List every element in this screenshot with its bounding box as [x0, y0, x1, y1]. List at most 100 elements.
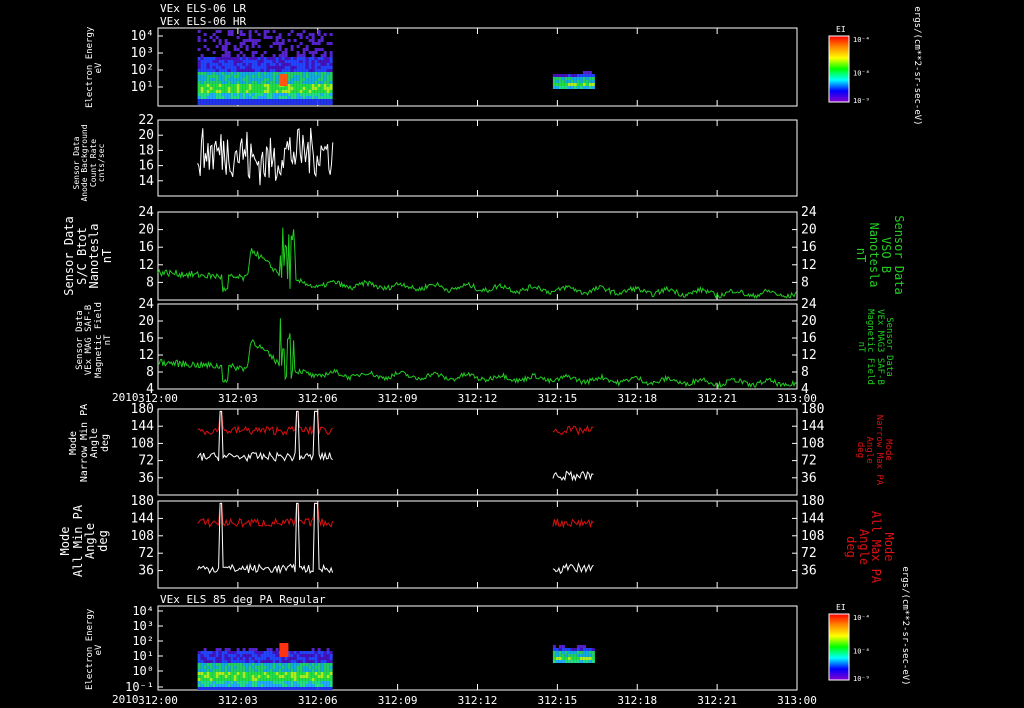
spectro-bottom-main-cell — [245, 657, 249, 660]
spectro-top-main-cell — [233, 84, 237, 87]
spectro-top-main-cell — [236, 48, 240, 51]
spectro-top-main-cell — [218, 96, 222, 99]
x-tick-label-0-4: 312:12 — [458, 392, 498, 405]
spectro-bottom-main-cell — [287, 672, 291, 675]
spectro-top-main-cell — [227, 99, 231, 102]
spectro-bottom-main-cell — [284, 657, 288, 660]
y-tick-label-3-1: 20 — [138, 314, 154, 329]
spectro-top-main-cell — [290, 75, 294, 78]
spectro-bottom-main-cell — [302, 654, 306, 657]
spectro-bottom-main-cell — [308, 657, 312, 660]
spectro-top-main-cell — [287, 81, 291, 84]
spectro-bottom-main-cell — [266, 666, 270, 669]
y-tick-label-right-2-4: 8 — [801, 275, 809, 290]
spectro-bottom-main-cell — [218, 684, 222, 687]
spectro-bottom-main-cell — [305, 657, 309, 660]
spectro-bottom-main-cell — [299, 663, 303, 666]
spectro-bottom-main-cell — [200, 672, 204, 675]
spectro-bottom-main-cell — [317, 660, 321, 663]
spectro-top-second-cell — [564, 77, 568, 80]
spectro-top-main-cell — [242, 33, 246, 36]
spectro-top-main-cell — [206, 90, 210, 93]
spectro-top-second-cell — [576, 74, 580, 77]
spectro-top-main-cell — [230, 66, 234, 69]
spectro-top-main-cell — [284, 63, 288, 66]
spectro-bottom-main-cell — [257, 675, 261, 678]
spectro-bottom-main-cell — [302, 651, 306, 654]
spectro-bottom-main-cell — [326, 672, 330, 675]
spectro-top-main-cell — [218, 42, 222, 45]
spectro-top-main-cell — [278, 66, 282, 69]
spectro-bottom-main-cell — [302, 681, 306, 684]
spectro-top-main-cell — [239, 75, 243, 78]
spectro-bottom-second-cell — [579, 648, 583, 651]
spectro-top-main-cell — [293, 78, 297, 81]
spectro-top-main-cell — [305, 87, 309, 90]
spectro-top-main-cell — [314, 102, 318, 105]
spectro-top-main-cell — [290, 45, 294, 48]
spectro-bottom-second-cell — [561, 648, 565, 651]
spectro-top-main-cell — [314, 81, 318, 84]
spectro-bottom-main-cell — [212, 666, 216, 669]
spectro-top-main-cell — [296, 57, 300, 60]
spectro-top-main-cell — [227, 63, 231, 66]
spectro-bottom-main-cell — [314, 678, 318, 681]
spectro-bottom-main-cell — [209, 654, 213, 657]
spectro-top-main-cell — [284, 51, 288, 54]
spectro-top-main-cell — [287, 33, 291, 36]
spectro-top-main-cell — [236, 84, 240, 87]
spectro-bottom-main-cell — [272, 675, 276, 678]
spectro-top-main-cell — [320, 75, 324, 78]
spectro-bottom-main-cell — [323, 666, 327, 669]
spectro-top-main-cell — [248, 93, 252, 96]
spectro-bottom-main-cell — [326, 669, 330, 672]
spectro-top-main-cell — [218, 102, 222, 105]
spectro-top-main-cell — [254, 72, 258, 75]
spectro-bottom-main-cell — [272, 669, 276, 672]
spectro-top-main-cell — [203, 93, 207, 96]
spectro-top-main-cell — [254, 66, 258, 69]
spectro-bottom-main-cell — [221, 684, 225, 687]
spectro-top-main-cell — [302, 96, 306, 99]
spectro-top-main-cell — [269, 63, 273, 66]
spectro-bottom-main-cell — [320, 669, 324, 672]
spectro-top-main-cell — [251, 102, 255, 105]
spectro-top-main-cell — [221, 81, 225, 84]
spectro-bottom-main-cell — [221, 654, 225, 657]
spectro-top-main-cell — [212, 90, 216, 93]
spectro-top-main-cell — [263, 57, 267, 60]
spectro-bottom-main-cell — [299, 672, 303, 675]
spectro-bottom-main-cell — [242, 669, 246, 672]
spectro-top-main-cell — [287, 63, 291, 66]
spectro-top-main-cell — [224, 99, 228, 102]
spectro-top-main-cell — [218, 30, 222, 33]
spectro-top-main-cell — [197, 48, 201, 51]
spectro-bottom-main-cell — [224, 648, 228, 651]
spectro-bottom-second-cell — [585, 660, 589, 663]
spectro-top-second-cell — [564, 83, 568, 86]
spectro-top-main-cell — [227, 51, 231, 54]
spectro-top-main-cell — [323, 93, 327, 96]
spectro-top-main-cell — [317, 96, 321, 99]
spectro-top-main-cell — [296, 54, 300, 57]
spectro-top-main-cell — [299, 102, 303, 105]
spectro-top-main-cell — [263, 36, 267, 39]
spectro-bottom-main-cell — [236, 687, 240, 690]
panel-frame-1 — [157, 119, 798, 197]
pa-series-line-4-1-0 — [197, 410, 333, 463]
spectro-top-main-cell — [206, 87, 210, 90]
spectro-bottom-main-cell — [260, 651, 264, 654]
spectro-bottom-main-cell — [233, 687, 237, 690]
spectro-bottom-second-cell — [564, 660, 568, 663]
spectro-top-main-cell — [299, 33, 303, 36]
spectro-top-main-cell — [326, 69, 330, 72]
spectro-top-main-cell — [317, 66, 321, 69]
spectro-top-main-cell — [239, 66, 243, 69]
spectro-bottom-main-cell — [311, 675, 315, 678]
spectro-top-main-cell — [266, 90, 270, 93]
spectro-bottom-main-cell — [215, 648, 219, 651]
spectro-top-main-cell — [329, 78, 333, 81]
spectro-top-main-cell — [314, 78, 318, 81]
spectro-top-main-cell — [257, 39, 261, 42]
spectro-top-main-cell — [230, 84, 234, 87]
